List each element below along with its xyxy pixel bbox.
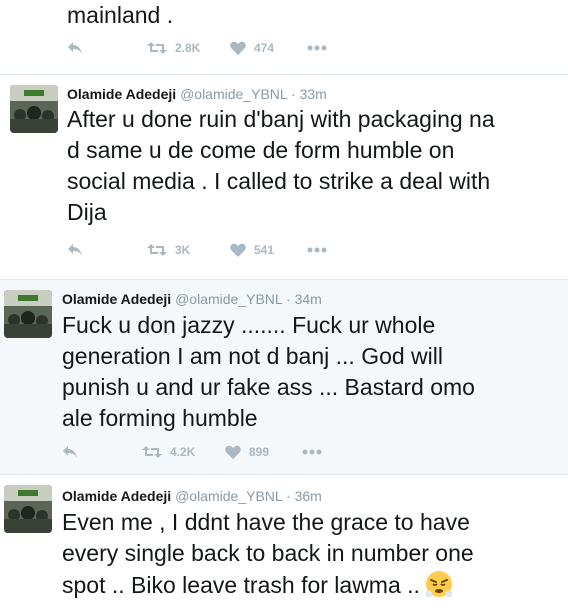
- tweet-partial[interactable]: mainland . 2.8K 474: [0, 0, 568, 74]
- like-count: 541: [254, 243, 275, 257]
- reply-icon: [68, 244, 82, 256]
- like-button[interactable]: 541: [230, 243, 274, 257]
- like-button[interactable]: 899: [225, 445, 269, 459]
- more-icon: [307, 45, 327, 51]
- tweet-text-line: After u done ruin d'banj with packaging …: [67, 106, 495, 132]
- more-button[interactable]: [302, 449, 322, 455]
- retweet-icon: [142, 446, 162, 458]
- more-button[interactable]: [307, 45, 327, 51]
- author-name[interactable]: Olamide Adedeji: [62, 488, 171, 504]
- tweet-text-line-content: spot .. Biko leave trash for lawma ..: [62, 572, 420, 598]
- face-with-steam-from-nose-icon: [425, 571, 453, 598]
- more-icon: [302, 449, 322, 455]
- reply-button[interactable]: [67, 41, 83, 55]
- retweet-count: 4.2K: [170, 445, 196, 459]
- retweet-count: 3K: [175, 243, 191, 257]
- retweet-button[interactable]: 4.2K: [142, 445, 195, 459]
- heart-icon: [230, 243, 246, 257]
- like-button[interactable]: 474: [230, 41, 274, 55]
- tweet-header: Olamide Adedeji @olamide_YBNL · 33m: [67, 86, 327, 102]
- tweet-text-line: Even me , I ddnt have the grace to have: [62, 509, 470, 535]
- tweet-actions: 3K 541: [67, 243, 367, 263]
- separator: ·: [286, 291, 291, 307]
- avatar-image: [4, 290, 52, 338]
- separator: ·: [286, 488, 291, 504]
- tweet-text: After u done ruin d'banj with packaging …: [67, 104, 495, 228]
- tweet-text-line: every single back to back in number one: [62, 540, 474, 566]
- tweet-text-line: mainland .: [67, 2, 174, 28]
- reply-icon: [68, 42, 82, 54]
- retweet-button[interactable]: 2.8K: [147, 41, 200, 55]
- tweet[interactable]: Olamide Adedeji @olamide_YBNL · 36m Even…: [0, 474, 568, 608]
- avatar[interactable]: [4, 485, 52, 533]
- retweet-icon: [147, 244, 167, 256]
- tweet-text-line: ale forming humble: [62, 405, 258, 431]
- tweet-text-line: punish u and ur fake ass ... Bastard omo: [62, 374, 475, 400]
- avatar-image: [4, 485, 52, 533]
- avatar[interactable]: [4, 290, 52, 338]
- tweet-text-line: Fuck u don jazzy ....... Fuck ur whole: [62, 312, 436, 338]
- timestamp[interactable]: 34m: [295, 291, 322, 307]
- author-handle[interactable]: @olamide_YBNL: [175, 291, 282, 307]
- avatar-image: [10, 85, 58, 133]
- tweet[interactable]: Olamide Adedeji @olamide_YBNL · 33m Afte…: [0, 74, 568, 279]
- author-handle[interactable]: @olamide_YBNL: [180, 86, 287, 102]
- more-button[interactable]: [307, 247, 327, 253]
- tweet-actions: 2.8K 474: [67, 41, 367, 61]
- tweet-text-line: d same u de come de form humble on: [67, 137, 455, 163]
- retweet-button[interactable]: 3K: [147, 243, 190, 257]
- separator: ·: [291, 86, 296, 102]
- reply-button[interactable]: [62, 445, 78, 459]
- tweet-text-line: spot .. Biko leave trash for lawma ..: [62, 569, 474, 601]
- tweet-text: Even me , I ddnt have the grace to have …: [62, 507, 474, 601]
- heart-icon: [225, 445, 241, 459]
- author-handle[interactable]: @olamide_YBNL: [175, 488, 282, 504]
- like-count: 474: [254, 41, 275, 55]
- tweet-text-line: Dija: [67, 199, 107, 225]
- more-icon: [307, 247, 327, 253]
- author-name[interactable]: Olamide Adedeji: [62, 291, 171, 307]
- like-count: 899: [249, 445, 270, 459]
- tweet-text: Fuck u don jazzy ....... Fuck ur whole g…: [62, 310, 475, 434]
- heart-icon: [230, 41, 246, 55]
- timestamp[interactable]: 33m: [300, 86, 327, 102]
- retweet-count: 2.8K: [175, 41, 201, 55]
- avatar[interactable]: [10, 85, 58, 133]
- tweet-actions: 4.2K 899: [62, 445, 362, 465]
- tweet-highlighted[interactable]: Olamide Adedeji @olamide_YBNL · 34m Fuck…: [0, 279, 568, 474]
- tweet-header: Olamide Adedeji @olamide_YBNL · 34m: [62, 291, 322, 307]
- tweet-text-line: social media . I called to strike a deal…: [67, 168, 491, 194]
- retweet-icon: [147, 42, 167, 54]
- reply-button[interactable]: [67, 243, 83, 257]
- tweet-text: mainland .: [67, 0, 173, 31]
- author-name[interactable]: Olamide Adedeji: [67, 86, 176, 102]
- tweet-header: Olamide Adedeji @olamide_YBNL · 36m: [62, 488, 322, 504]
- reply-icon: [63, 446, 77, 458]
- tweet-text-line: generation I am not d banj ... God will: [62, 343, 443, 369]
- timestamp[interactable]: 36m: [295, 488, 322, 504]
